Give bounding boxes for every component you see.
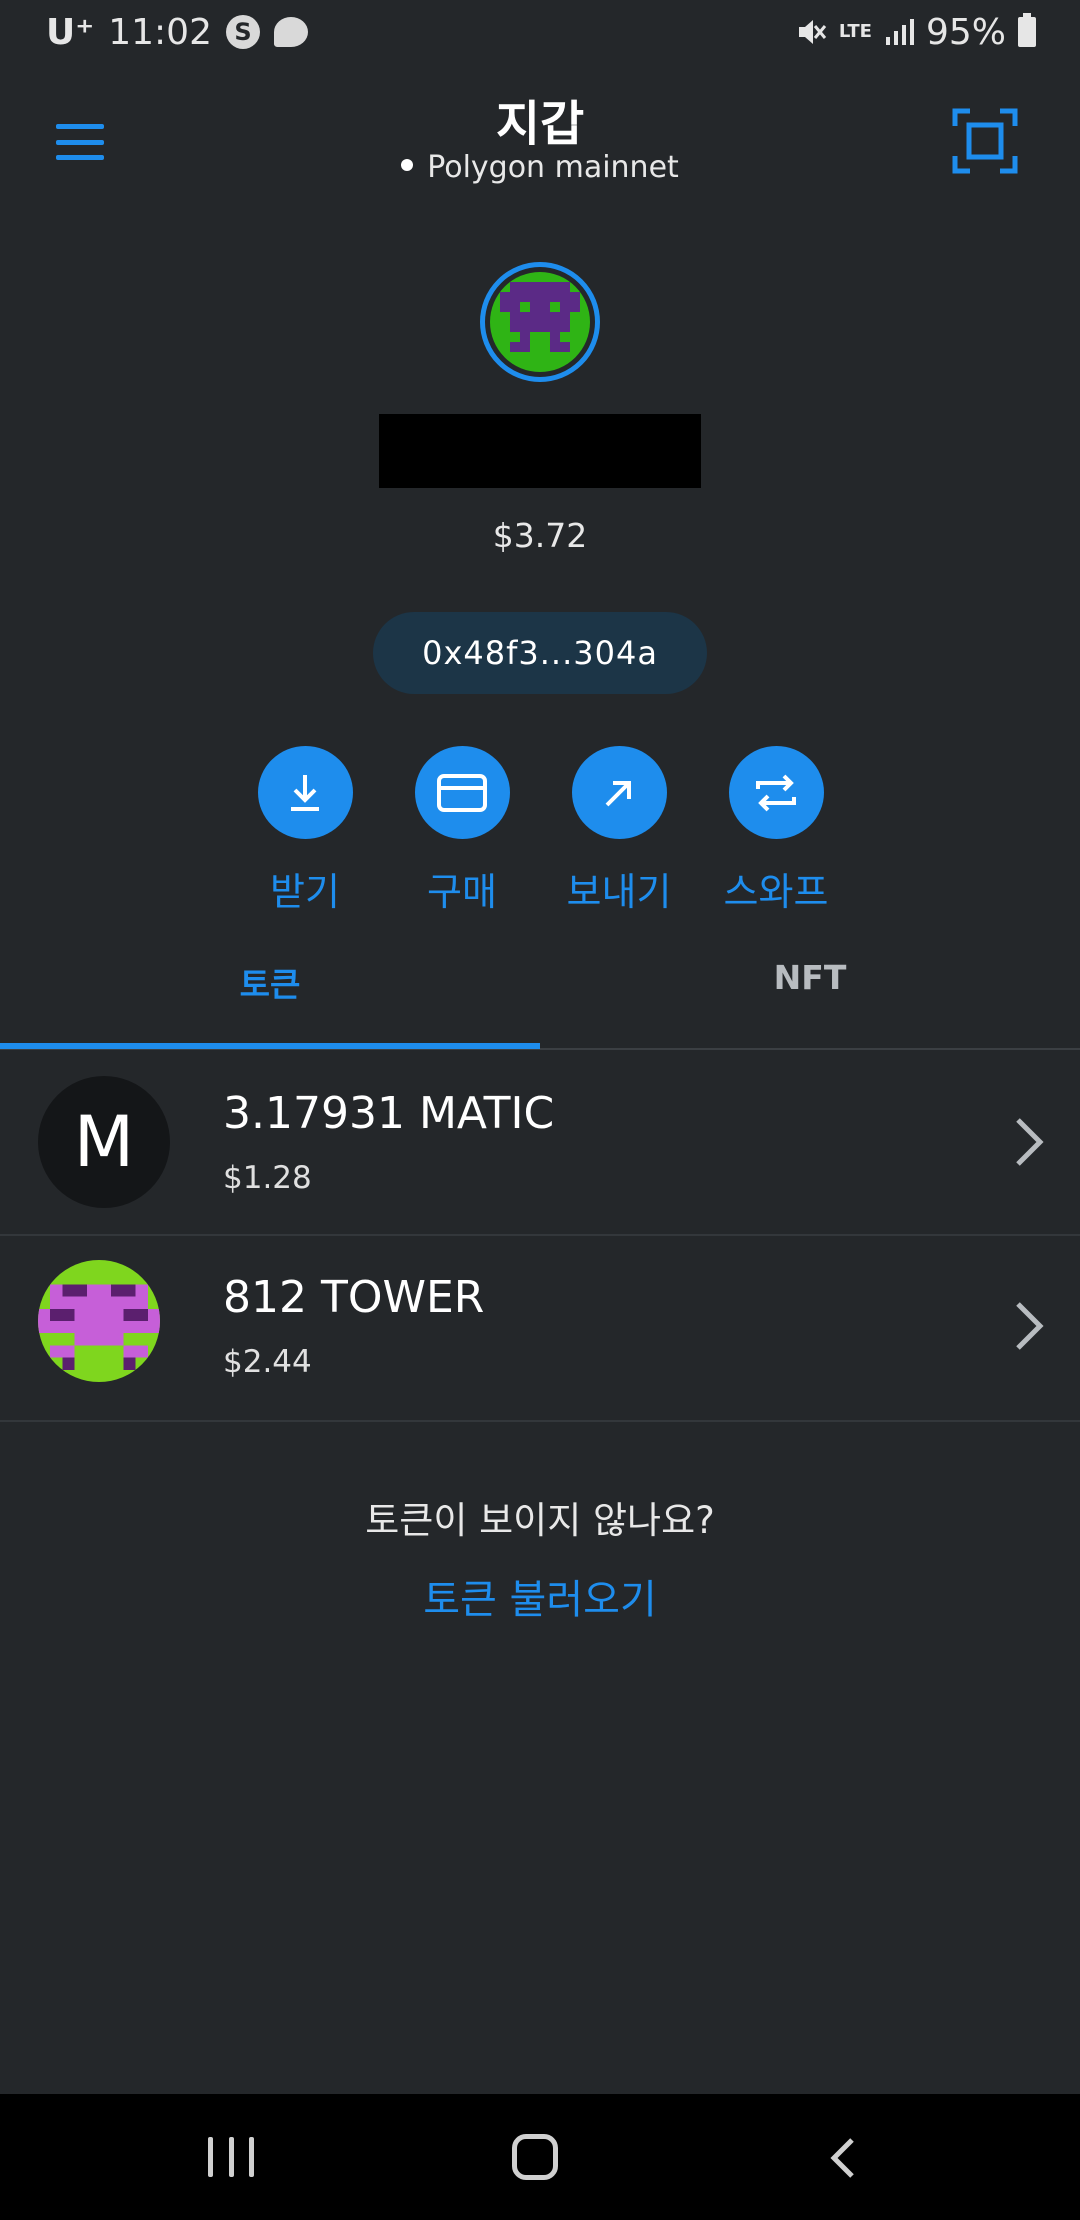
signal-icon [885, 19, 914, 45]
home-icon[interactable] [512, 2134, 558, 2180]
back-icon[interactable] [822, 2134, 862, 2182]
card-buy-icon [414, 746, 510, 839]
network-name: Polygon mainnet [427, 150, 679, 185]
buy-button[interactable]: 구매 [382, 746, 542, 916]
token-value: $2.44 [223, 1344, 312, 1380]
status-bar: U⁺ 11:02 S LTE 95% [0, 0, 1080, 64]
network-type-label: LTE [838, 21, 872, 42]
network-status-dot [401, 158, 414, 171]
mute-icon [798, 20, 827, 44]
status-left: U⁺ 11:02 S [46, 10, 308, 54]
account-avatar[interactable] [480, 262, 600, 382]
recent-apps-icon[interactable] [208, 2137, 254, 2177]
qr-scan-icon[interactable] [952, 108, 1018, 174]
send-button[interactable]: 보내기 [539, 746, 699, 916]
chevron-right-icon [1016, 1118, 1044, 1166]
account-address: 0x48f3...304a [422, 634, 658, 672]
receive-download-icon [257, 746, 353, 839]
tab-tokens[interactable]: 토큰 [0, 958, 540, 1006]
page-title: 지갑 [495, 96, 585, 152]
token-amount: 812 TOWER [223, 1272, 485, 1323]
message-notification-icon [273, 17, 308, 47]
status-time: 11:02 [108, 11, 212, 53]
network-selector[interactable]: Polygon mainnet [0, 150, 1080, 185]
swap-button[interactable]: 스와프 [696, 746, 856, 916]
account-name-redacted [379, 414, 701, 488]
send-arrow-icon [571, 746, 667, 839]
battery-icon [1018, 13, 1036, 47]
tower-token-icon [38, 1260, 160, 1382]
battery-percent: 95% [925, 11, 1006, 53]
missing-tokens-question: 토큰이 보이지 않나요? [365, 1499, 715, 1542]
token-amount: 3.17931 MATIC [223, 1088, 555, 1139]
chevron-right-icon [1016, 1302, 1044, 1350]
buy-label: 구매 [427, 870, 497, 914]
swap-label: 스와프 [723, 870, 829, 914]
tab-nft[interactable]: NFT [540, 958, 1080, 997]
app-notification-icon: S [225, 15, 260, 49]
receive-button[interactable]: 받기 [225, 746, 385, 916]
receive-label: 받기 [270, 870, 340, 914]
avatar-image [490, 272, 590, 372]
account-balance: $3.72 [492, 516, 588, 555]
token-row-tower[interactable]: 812 TOWER $2.44 [0, 1236, 1080, 1422]
carrier-label: U⁺ [46, 11, 95, 53]
status-right: LTE 95% [793, 10, 1036, 54]
tab-active-indicator [0, 1043, 540, 1049]
address-copy-button[interactable]: 0x48f3...304a [373, 612, 707, 694]
swap-icon [728, 746, 824, 839]
import-tokens-link[interactable]: 토큰 불러오기 [0, 1567, 1080, 1625]
token-value: $1.28 [223, 1160, 312, 1196]
matic-token-icon: M [38, 1076, 170, 1208]
send-label: 보내기 [566, 870, 672, 914]
token-row-matic[interactable]: M 3.17931 MATIC $1.28 [0, 1050, 1080, 1236]
